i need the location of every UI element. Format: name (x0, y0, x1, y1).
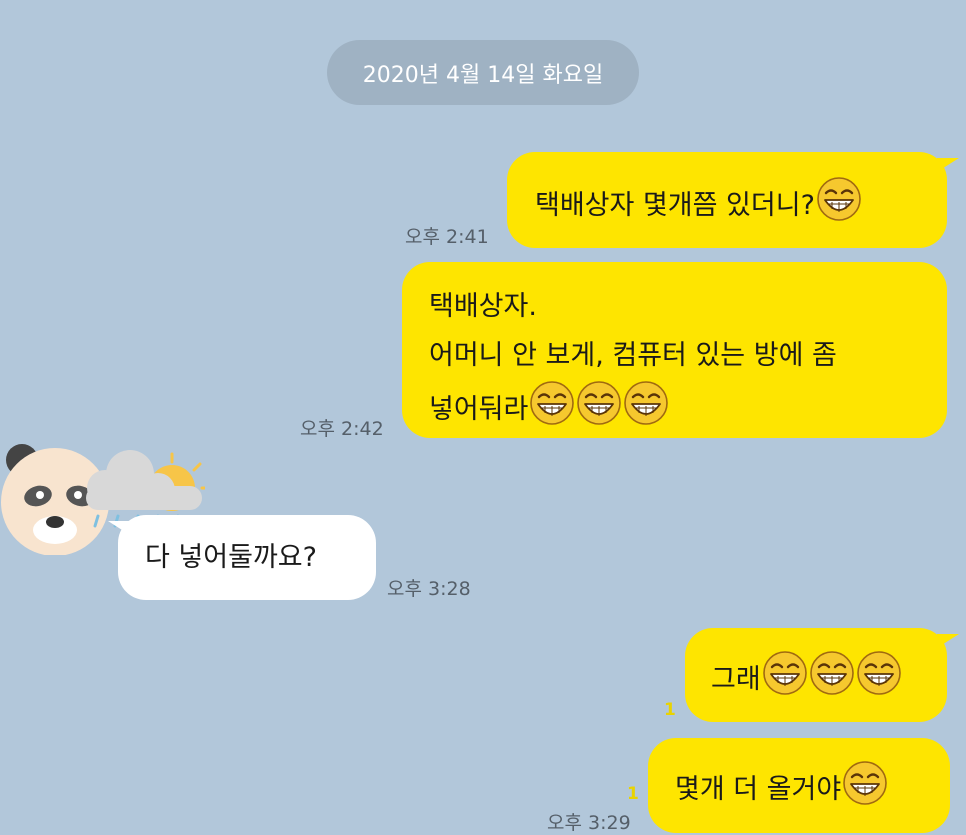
message-time: 오후 2:41 (405, 226, 489, 248)
my-message-bubble[interactable]: 택배상자. 어머니 안 보게, 컴퓨터 있는 방에 좀 넣어둬라 (402, 262, 947, 438)
date-divider: 2020년 4월 14일 화요일 (327, 40, 639, 105)
bubble-tail (937, 634, 959, 648)
message-text: 택배상자 몇개쯤 있더니? (535, 190, 815, 221)
message-time: 오후 3:29 (547, 812, 631, 834)
message-text: 어머니 안 보게, 컴퓨터 있는 방에 좀 (429, 340, 837, 371)
message-text: 그래 (711, 664, 761, 695)
my-message-bubble[interactable]: 택배상자 몇개쯤 있더니? (507, 152, 947, 248)
message-time: 오후 2:42 (300, 418, 384, 440)
message-time: 오후 3:28 (387, 578, 471, 600)
grin-squint-icon (842, 760, 888, 806)
my-message-bubble[interactable]: 그래 (685, 628, 947, 722)
grin-squint-icon (816, 176, 862, 222)
message-text: 넣어둬라 (429, 394, 529, 425)
grin-squint-icon (856, 650, 902, 696)
message-text: 택배상자. (429, 291, 537, 322)
grin-squint-icon (762, 650, 808, 696)
message-text: 몇개 더 올거야 (675, 774, 842, 805)
grin-squint-icon (529, 380, 575, 426)
my-message-bubble[interactable]: 몇개 더 올거야 (648, 738, 950, 833)
grin-squint-icon (576, 380, 622, 426)
grin-squint-icon (623, 380, 669, 426)
bubble-tail (937, 158, 959, 172)
unread-count: 1 (664, 700, 676, 720)
bubble-tail (108, 521, 130, 535)
message-text: 다 넣어둘까요? (145, 542, 317, 573)
unread-count: 1 (627, 784, 639, 804)
grin-squint-icon (809, 650, 855, 696)
other-message-bubble[interactable]: 다 넣어둘까요? (118, 515, 376, 600)
